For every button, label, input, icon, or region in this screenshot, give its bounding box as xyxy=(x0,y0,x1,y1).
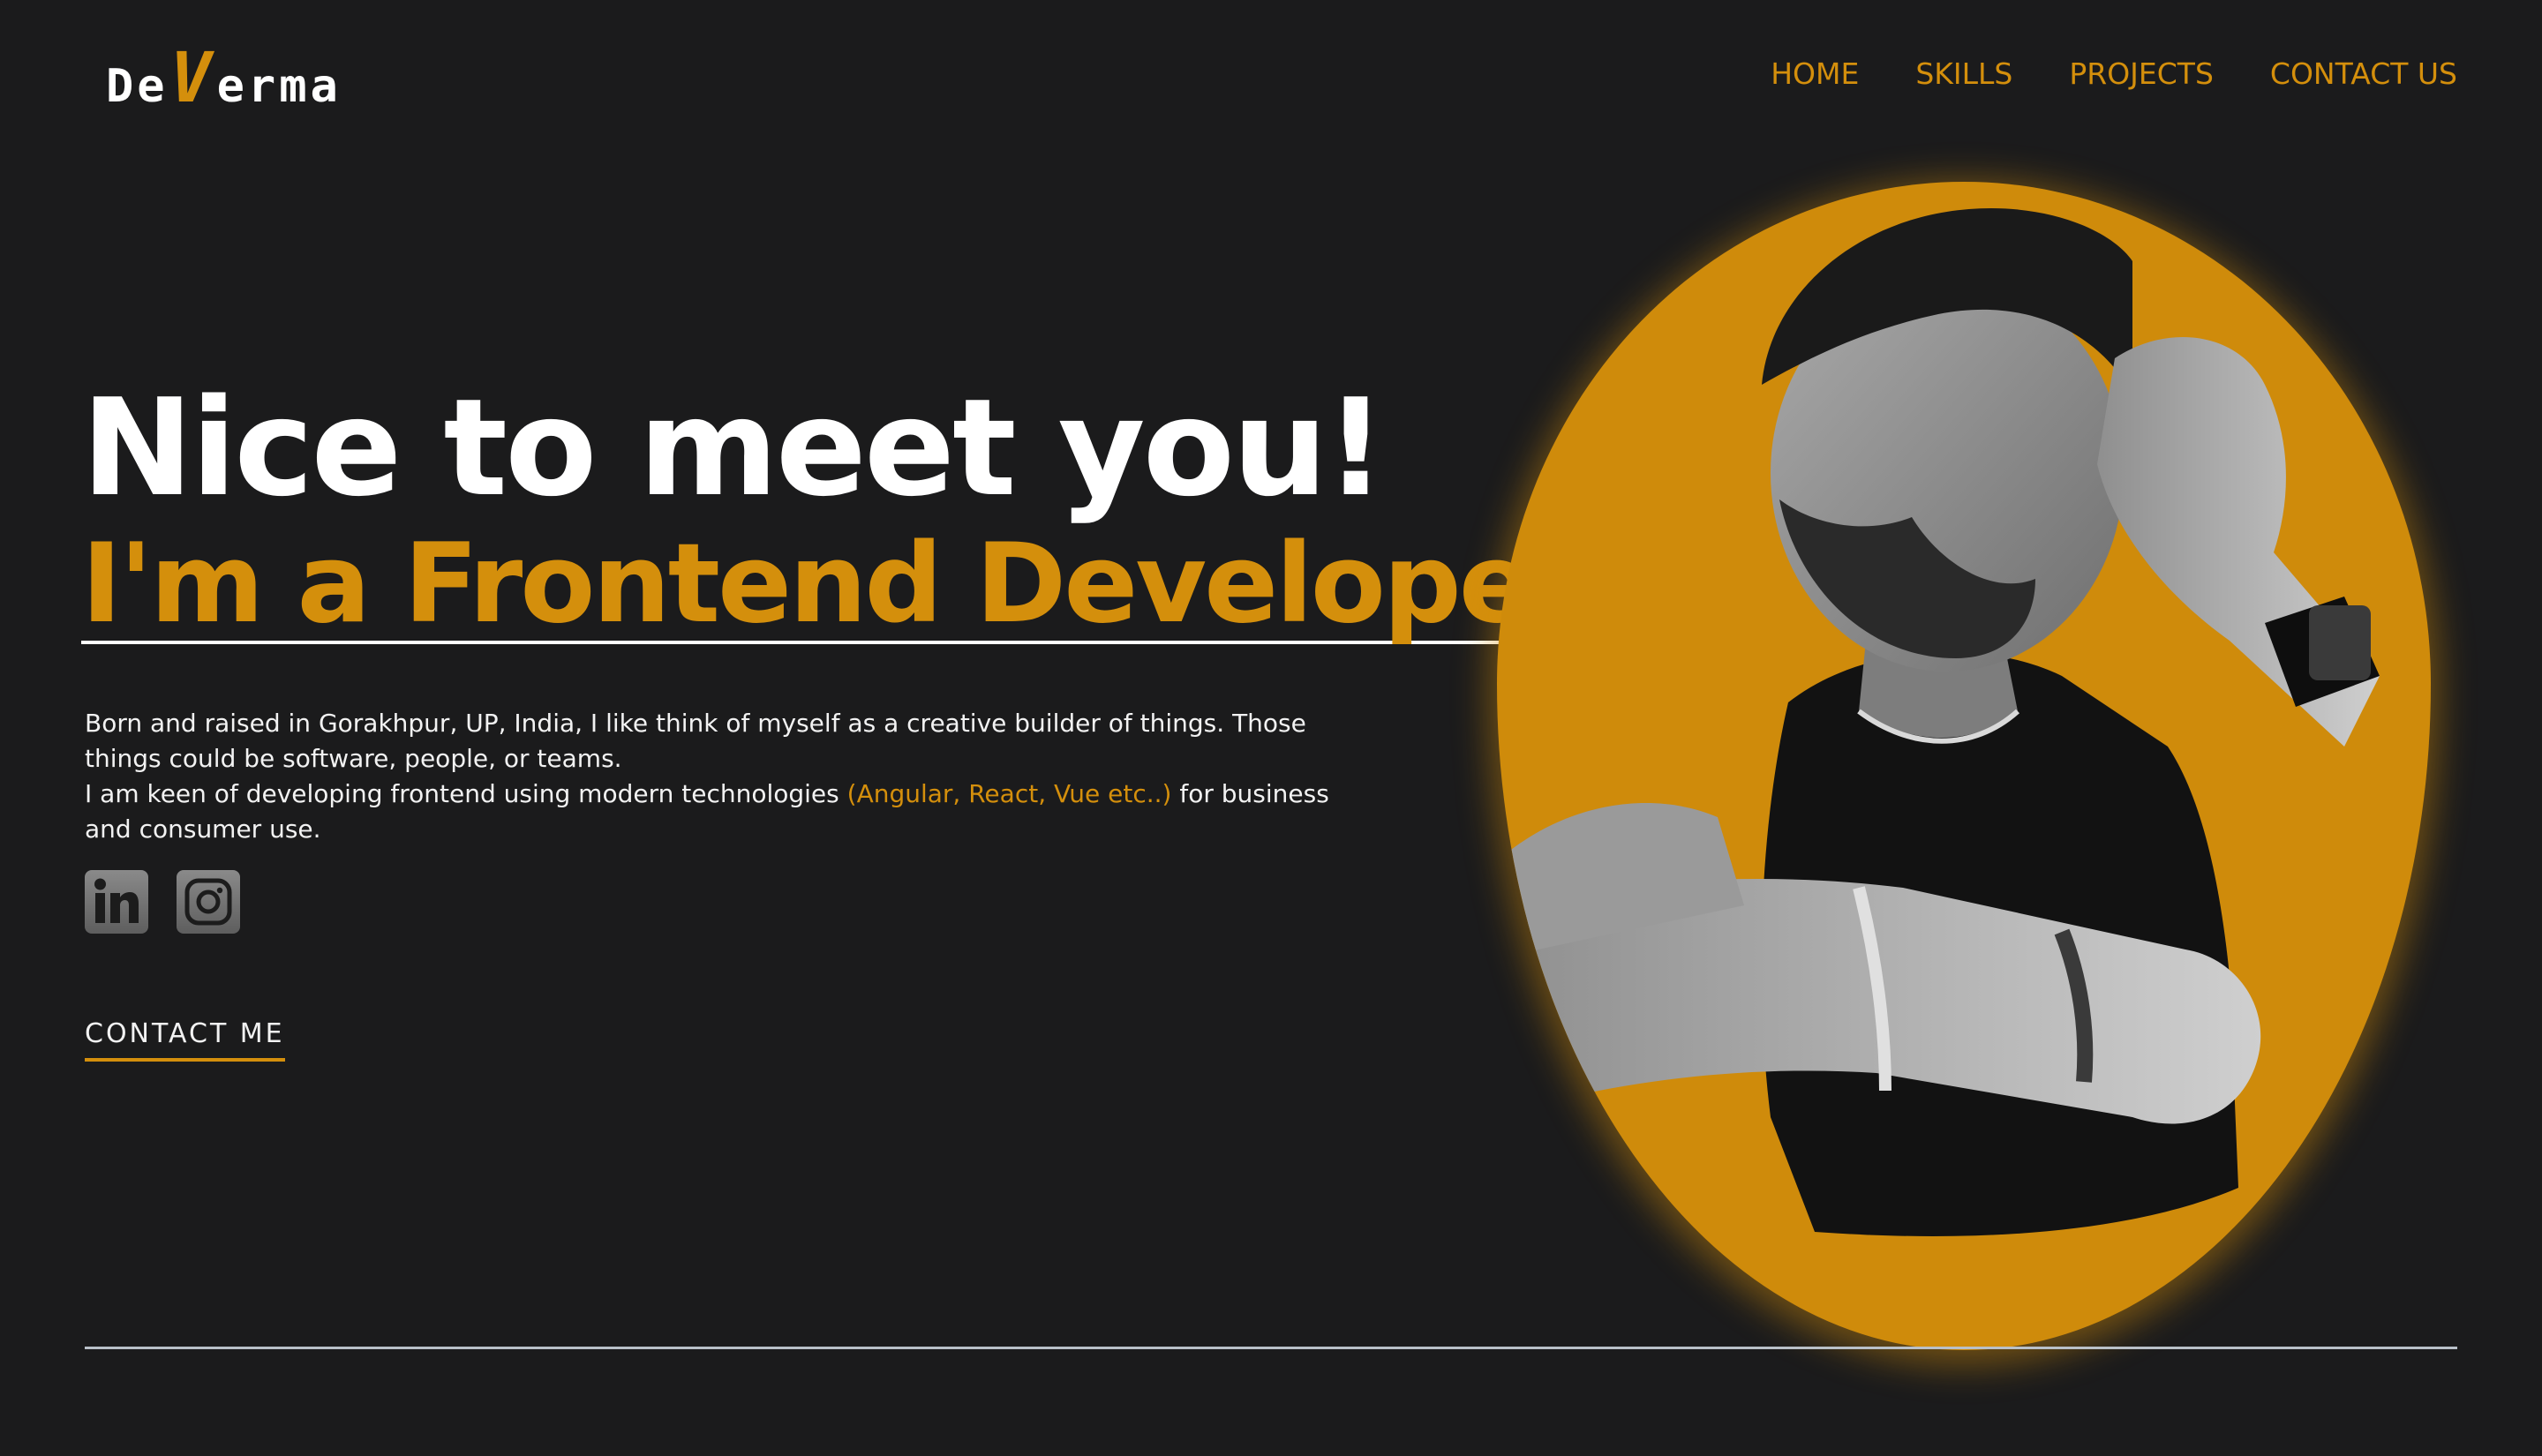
hero-bio: Born and raised in Gorakhpur, UP, India,… xyxy=(85,706,1373,847)
social-links xyxy=(85,870,240,934)
hero-role: I'm a Frontend Developer. xyxy=(81,521,1618,648)
nav-skills[interactable]: SKILLS xyxy=(1915,56,2012,91)
nav-contact-us[interactable]: CONTACT US xyxy=(2270,56,2457,91)
instagram-icon xyxy=(184,878,232,926)
instagram-link[interactable] xyxy=(177,870,240,934)
bio-line-1: Born and raised in Gorakhpur, UP, India,… xyxy=(85,709,1306,773)
nav-home[interactable]: HOME xyxy=(1771,56,1859,91)
profile-portrait xyxy=(1497,182,2431,1350)
logo[interactable]: De V erma xyxy=(106,44,342,113)
bio-line-2-start: I am keen of developing frontend using m… xyxy=(85,779,847,808)
contact-me-button[interactable]: CONTACT ME xyxy=(85,1018,285,1062)
portrait-background xyxy=(1497,182,2431,1350)
section-divider xyxy=(85,1347,2457,1349)
main-nav: HOME SKILLS PROJECTS CONTACT US xyxy=(1771,56,2457,91)
linkedin-link[interactable] xyxy=(85,870,148,934)
logo-highlight: V xyxy=(169,39,215,118)
bio-technologies: (Angular, React, Vue etc..) xyxy=(846,779,1172,808)
nav-projects[interactable]: PROJECTS xyxy=(2069,56,2214,91)
bio-line-2: I am keen of developing frontend using m… xyxy=(85,777,1373,847)
hero-headline: Nice to meet you! xyxy=(81,370,1387,526)
logo-suffix: erma xyxy=(216,60,342,113)
logo-prefix: De xyxy=(106,60,169,113)
portfolio-page: De V erma HOME SKILLS PROJECTS CONTACT U… xyxy=(0,0,2542,1456)
linkedin-icon xyxy=(94,878,139,923)
profile-photo xyxy=(1497,208,2380,1236)
hero-role-text: I'm a Frontend Developer. xyxy=(81,521,1607,648)
